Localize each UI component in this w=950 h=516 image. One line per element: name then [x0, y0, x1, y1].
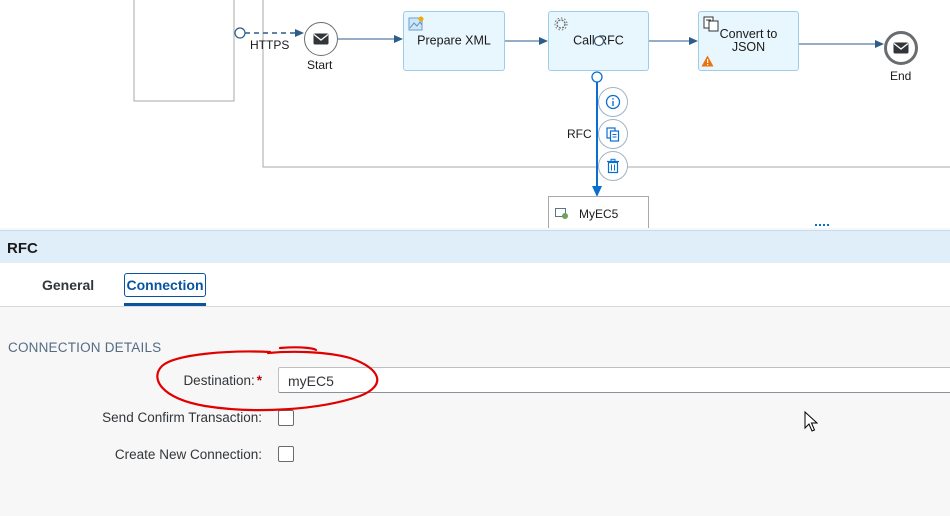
- start-event[interactable]: [304, 22, 338, 56]
- info-button[interactable]: [598, 87, 628, 117]
- receiver-myec5[interactable]: MyEC5: [548, 196, 649, 228]
- step-call-rfc[interactable]: Call RFC: [548, 11, 649, 71]
- active-tab-indicator: [124, 303, 206, 306]
- warning-icon: [701, 55, 714, 67]
- mouse-cursor-icon: [804, 411, 818, 432]
- script-icon: [408, 16, 424, 31]
- start-label: Start: [307, 58, 333, 72]
- copy-button[interactable]: [598, 119, 628, 149]
- create-new-connection-label: Create New Connection:: [114, 447, 262, 462]
- tab-connection[interactable]: Connection: [124, 273, 206, 297]
- gear-icon: [554, 17, 568, 31]
- step-label: Convert to JSON: [719, 27, 778, 54]
- annotation-circle: [156, 346, 379, 412]
- envelope-icon: [313, 33, 329, 45]
- info-icon: [605, 94, 621, 110]
- end-event[interactable]: [884, 31, 918, 65]
- sender-adapter-label[interactable]: HTTPS: [250, 38, 289, 52]
- tab-general[interactable]: General: [42, 273, 94, 297]
- end-label: End: [890, 69, 912, 83]
- receiver-system-icon: [555, 208, 568, 219]
- copy-icon: [606, 127, 620, 142]
- process-canvas[interactable]: Start HTTPS Prepare XML Call RFC Convert…: [0, 0, 950, 228]
- receiver-adapter-label[interactable]: RFC: [567, 127, 592, 141]
- section-title: CONNECTION DETAILS: [8, 340, 162, 355]
- app-root: Start HTTPS Prepare XML Call RFC Convert…: [0, 0, 950, 516]
- step-label: Prepare XML: [417, 33, 491, 48]
- envelope-icon: [893, 42, 909, 54]
- step-prepare-xml[interactable]: Prepare XML: [403, 11, 505, 71]
- delete-button[interactable]: [598, 151, 628, 181]
- properties-header: RFC: [0, 230, 950, 263]
- receiver-label: MyEC5: [579, 207, 619, 221]
- connection-point[interactable]: [593, 35, 605, 47]
- step-convert-json[interactable]: Convert to JSON: [698, 11, 799, 71]
- panel-title: RFC: [7, 240, 38, 257]
- tab-bar: General Connection: [0, 263, 950, 307]
- resize-handle-icon[interactable]: [814, 223, 832, 228]
- create-new-connection-checkbox[interactable]: [278, 446, 294, 462]
- delete-icon: [607, 158, 619, 174]
